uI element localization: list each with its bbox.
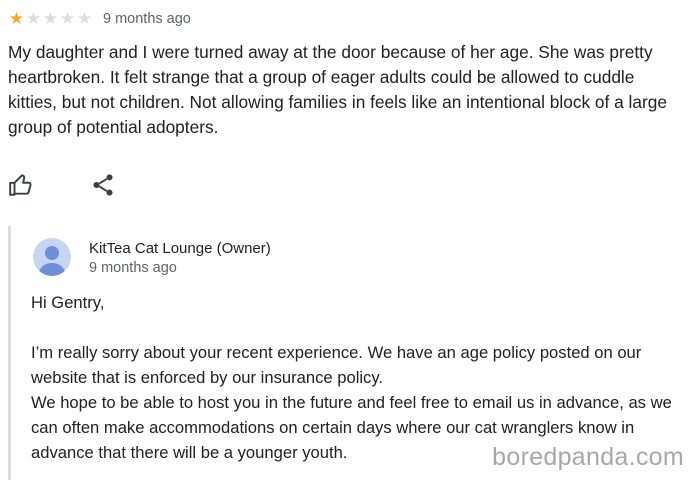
star-empty-icon: ★ [25,9,42,28]
share-icon[interactable] [90,172,116,198]
star-filled-icon: ★ [8,9,25,28]
review-timestamp: 9 months ago [103,11,191,27]
like-button[interactable] [8,172,34,198]
reply-paragraph: I’m really sorry about your recent exper… [31,343,642,387]
person-icon [38,246,66,276]
owner-reply-body: Hi Gentry, I’m really sorry about your r… [31,290,700,465]
thumbs-up-icon[interactable] [8,172,34,198]
reply-greeting: Hi Gentry, [31,293,105,312]
owner-reply: KitTea Cat Lounge (Owner) 9 months ago H… [8,226,700,480]
star-empty-icon: ★ [59,9,76,28]
star-empty-icon: ★ [42,9,59,28]
review-text: My daughter and I were turned away at th… [8,42,667,137]
watermark: boredpanda.com [490,443,686,472]
review-actions [8,172,116,198]
star-rating: ★ ★ ★ ★ ★ [8,9,93,29]
star-empty-icon: ★ [76,9,93,28]
review-header: ★ ★ ★ ★ ★ 9 months ago [8,9,191,29]
owner-reply-timestamp: 9 months ago [89,260,177,276]
avatar [33,238,71,276]
share-button[interactable] [90,172,116,198]
owner-name[interactable]: KitTea Cat Lounge (Owner) [89,240,271,257]
